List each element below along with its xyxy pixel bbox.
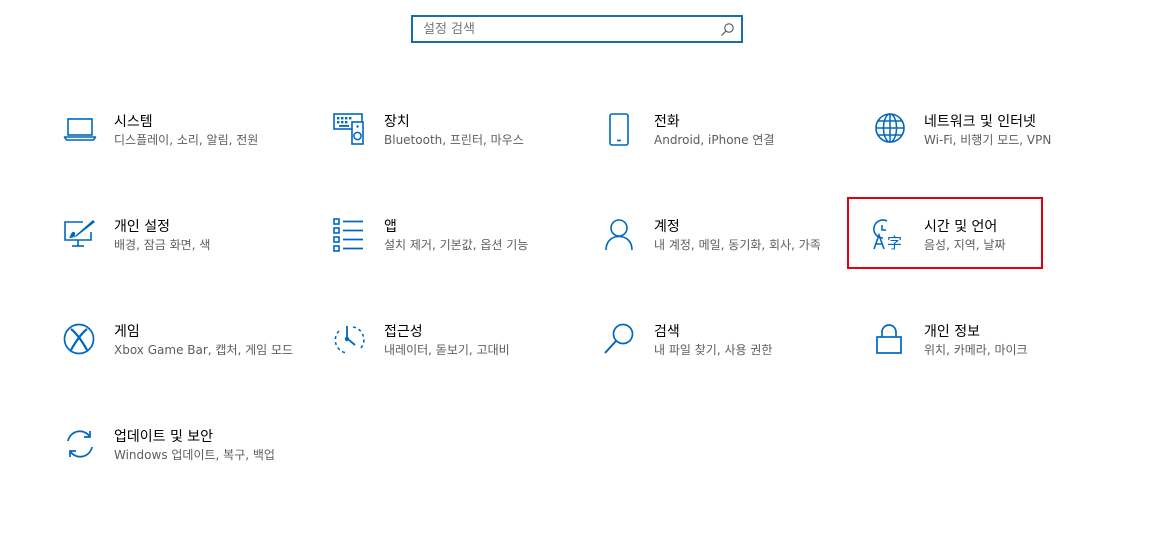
tile-title: 네트워크 및 인터넷: [924, 114, 1036, 130]
tile-title: 개인 정보: [924, 324, 980, 340]
tile-gaming[interactable]: 게임 Xbox Game Bar, 캡처, 게임 모드: [63, 323, 293, 393]
tile-update-security[interactable]: 업데이트 및 보안 Windows 업데이트, 복구, 백업: [63, 428, 293, 498]
tile-description: 내레이터, 돋보기, 고대비: [384, 343, 510, 357]
tile-description: 위치, 카메라, 마이크: [924, 343, 1028, 357]
tile-description: Bluetooth, 프린터, 마우스: [384, 133, 524, 147]
settings-home: 시스템 디스플레이, 소리, 알림, 전원 장치 Bluetoo: [0, 0, 1156, 559]
tile-privacy[interactable]: 개인 정보 위치, 카메라, 마이크: [873, 323, 1103, 393]
tile-ease-of-access[interactable]: 접근성 내레이터, 돋보기, 고대비: [333, 323, 563, 393]
tile-description: 음성, 지역, 날짜: [924, 238, 1006, 252]
search-input[interactable]: [413, 17, 741, 41]
tile-description: Wi-Fi, 비행기 모드, VPN: [924, 133, 1052, 147]
tile-description: 디스플레이, 소리, 알림, 전원: [114, 133, 259, 147]
person-icon: [603, 218, 637, 252]
tile-title: 장치: [384, 114, 410, 130]
tile-description: 설치 제거, 기본값, 옵션 기능: [384, 238, 529, 252]
apps-list-icon: [333, 218, 367, 252]
tile-description: Windows 업데이트, 복구, 백업: [114, 448, 275, 462]
tile-description: Android, iPhone 연결: [654, 133, 775, 147]
time-language-icon: 字: [873, 218, 907, 252]
tile-phone[interactable]: 전화 Android, iPhone 연결: [603, 113, 833, 183]
tile-description: 내 계정, 메일, 동기화, 회사, 가족: [654, 238, 821, 252]
xbox-icon: [63, 323, 97, 357]
search-magnifier-icon: [603, 323, 637, 357]
tile-title: 개인 설정: [114, 219, 170, 235]
tile-personalization[interactable]: 개인 설정 배경, 잠금 화면, 색: [63, 218, 293, 288]
devices-icon: [333, 113, 367, 147]
lock-icon: [873, 323, 907, 357]
phone-icon: [603, 113, 637, 147]
tile-title: 시간 및 언어: [924, 219, 998, 235]
tile-system[interactable]: 시스템 디스플레이, 소리, 알림, 전원: [63, 113, 293, 183]
tile-search[interactable]: 검색 내 파일 찾기, 사용 권한: [603, 323, 833, 393]
tile-title: 검색: [654, 324, 680, 340]
tile-description: Xbox Game Bar, 캡처, 게임 모드: [114, 343, 294, 357]
tile-title: 앱: [384, 219, 397, 235]
laptop-icon: [63, 113, 97, 147]
tile-network[interactable]: 네트워크 및 인터넷 Wi-Fi, 비행기 모드, VPN: [873, 113, 1103, 183]
search-box[interactable]: [411, 15, 743, 43]
tile-title: 시스템: [114, 114, 153, 130]
tile-accounts[interactable]: 계정 내 계정, 메일, 동기화, 회사, 가족: [603, 218, 833, 288]
tile-title: 전화: [654, 114, 680, 130]
tile-description: 내 파일 찾기, 사용 권한: [654, 343, 773, 357]
globe-icon: [873, 113, 907, 147]
ease-of-access-icon: [333, 323, 367, 357]
tile-title: 계정: [654, 219, 680, 235]
tile-title: 게임: [114, 324, 140, 340]
update-sync-icon: [63, 428, 97, 462]
tile-apps[interactable]: 앱 설치 제거, 기본값, 옵션 기능: [333, 218, 563, 288]
tile-devices[interactable]: 장치 Bluetooth, 프린터, 마우스: [333, 113, 563, 183]
tile-description: 배경, 잠금 화면, 색: [114, 238, 211, 252]
tile-title: 접근성: [384, 324, 423, 340]
personalization-icon: [63, 218, 97, 252]
tile-title: 업데이트 및 보안: [114, 429, 214, 445]
search-icon[interactable]: [719, 22, 735, 38]
tile-time-language[interactable]: 字 시간 및 언어 음성, 지역, 날짜: [873, 218, 1103, 288]
svg-text:字: 字: [887, 234, 902, 252]
